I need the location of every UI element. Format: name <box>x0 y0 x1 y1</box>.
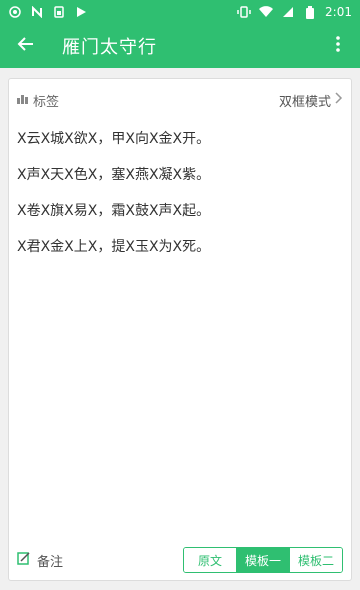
poem-line: X云X城X欲X，甲X向X金X开。 <box>17 131 211 147</box>
tag-section: 标签 <box>17 91 59 110</box>
tag-label: 标签 <box>33 94 60 110</box>
dual-frame-mode-link[interactable]: 双框模式 <box>279 91 343 110</box>
poem-lines: X云X城X欲X，甲X向X金X开。 X声X天X色X，塞X燕X凝X紫。 X卷X旗X易… <box>9 111 351 265</box>
note-label: 备注 <box>37 554 64 570</box>
notification-icon <box>8 5 22 19</box>
wifi-icon <box>259 5 274 19</box>
poem-card: 标签 双框模式 X云X城X欲X，甲X向X金X开。 X声X天X色X，塞X燕X凝X紫… <box>8 78 352 581</box>
back-button[interactable] <box>10 30 42 62</box>
arrow-left-icon <box>17 35 35 57</box>
status-right: 2:01 <box>237 5 352 19</box>
poem-line: X声X天X色X，塞X燕X凝X紫。 <box>17 167 211 183</box>
more-options-button[interactable] <box>326 30 350 62</box>
tag-chart-icon <box>17 93 29 108</box>
status-bar: 2:01 <box>0 0 360 24</box>
status-left <box>8 5 88 19</box>
poem-line: X卷X旗X易X，霜X鼓X声X起。 <box>17 203 211 219</box>
chevron-right-icon <box>335 92 343 108</box>
mode-label: 双框模式 <box>278 94 331 110</box>
view-segment-control: 原文 模板一 模板二 <box>183 547 343 573</box>
battery-icon <box>303 5 317 19</box>
card-header: 标签 双框模式 <box>9 79 351 111</box>
note-edit-icon <box>17 551 31 569</box>
card-footer: 备注 原文 模板一 模板二 <box>9 546 351 574</box>
segment-template-one[interactable]: 模板一 <box>237 548 290 572</box>
note-button[interactable]: 备注 <box>17 551 63 570</box>
vibrate-icon <box>237 5 251 19</box>
app-bar: 雁门太守行 <box>0 24 360 68</box>
poem-line: X君X金X上X，提X玉X为X死。 <box>17 239 211 255</box>
more-vert-icon <box>336 36 340 56</box>
status-time: 2:01 <box>325 5 352 19</box>
segment-template-two[interactable]: 模板二 <box>290 548 342 572</box>
sim-icon <box>52 5 66 19</box>
page-title: 雁门太守行 <box>62 37 157 58</box>
signal-icon <box>281 5 295 19</box>
n-icon <box>30 5 44 19</box>
play-store-icon <box>74 5 88 19</box>
segment-original[interactable]: 原文 <box>184 548 237 572</box>
